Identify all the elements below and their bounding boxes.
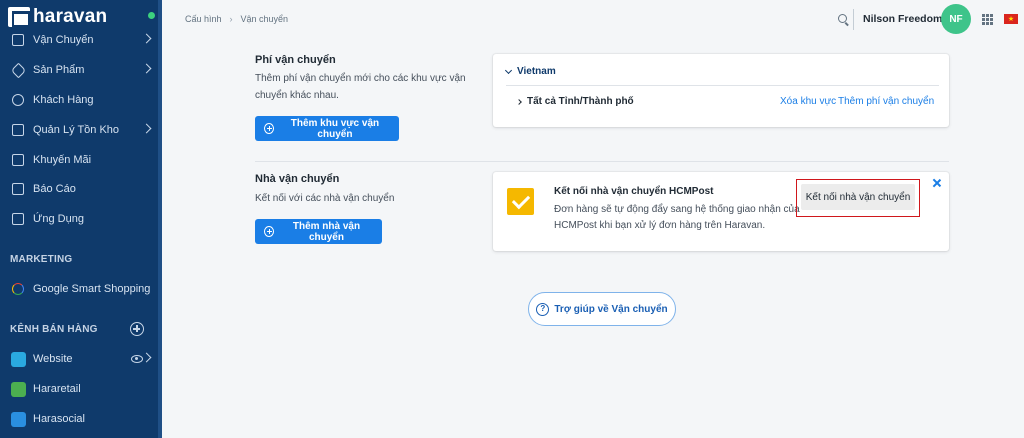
- search-icon[interactable]: [838, 14, 847, 23]
- shipping-help-button[interactable]: ? Trợ giúp về Vận chuyển: [528, 292, 676, 326]
- shipping-fee-description: Thêm phí vận chuyển mới cho các khu vực …: [255, 73, 466, 101]
- chevron-right-icon: [141, 33, 152, 44]
- hcmpost-card-description: Đơn hàng sẽ tự động đẩy sang hệ thống gi…: [554, 204, 800, 231]
- shipping-zone-card: Vietnam Tất cả Tỉnh/Thành phố Xóa khu vự…: [493, 54, 949, 127]
- harasocial-icon: [11, 411, 26, 427]
- shipping-fee-title: Phí vận chuyển: [255, 54, 336, 66]
- sales-channels-header: KÊNH BÁN HÀNG: [10, 324, 98, 335]
- sidebar-item-shipping[interactable]: Vận Chuyển: [0, 28, 158, 52]
- highlight-box: [796, 179, 920, 217]
- sidebar-item-label: Hararetail: [33, 383, 81, 395]
- sidebar: haravan Vận Chuyển Sản Phẩm Khách Hàng Q…: [0, 0, 162, 438]
- truck-icon: [11, 33, 25, 47]
- country-toggle[interactable]: Vietnam: [504, 66, 556, 77]
- avatar[interactable]: NF: [941, 4, 971, 34]
- plus-circle-icon: [264, 226, 274, 237]
- hcmpost-logo-icon: [507, 188, 534, 215]
- chevron-right-icon: [516, 98, 522, 105]
- add-shipping-zone-button[interactable]: Thêm khu vực vận chuyển: [255, 116, 399, 141]
- sidebar-item-customers[interactable]: Khách Hàng: [0, 88, 158, 112]
- sidebar-item-label: Google Smart Shopping: [33, 283, 151, 295]
- hcmpost-card: Kết nối nhà vận chuyển HCMPost Đơn hàng …: [493, 172, 949, 251]
- region-toggle[interactable]: Tất cả Tỉnh/Thành phố: [516, 96, 634, 107]
- question-circle-icon: ?: [536, 302, 550, 316]
- logo-text: haravan: [33, 6, 108, 27]
- sidebar-item-label: Sản Phẩm: [33, 64, 85, 76]
- breadcrumb: Cấu hình › Vận chuyển: [185, 14, 288, 24]
- country-name: Vietnam: [517, 66, 556, 77]
- breadcrumb-shipping: Vận chuyển: [240, 14, 289, 24]
- hcmpost-card-title: Kết nối nhà vận chuyển HCMPost: [554, 186, 714, 197]
- sidebar-item-google-smart-shopping[interactable]: Google Smart Shopping: [0, 277, 158, 301]
- carrier-title: Nhà vận chuyển: [255, 173, 340, 185]
- tag-icon: [10, 62, 26, 78]
- box-icon: [11, 123, 25, 137]
- sidebar-item-hararetail[interactable]: Hararetail: [0, 377, 158, 401]
- top-bar: Cấu hình › Vận chuyển Nilson Freedome NF…: [162, 0, 1024, 40]
- close-icon[interactable]: [932, 178, 942, 188]
- google-icon: [11, 282, 25, 296]
- card-divider: [506, 85, 939, 86]
- section-divider: [255, 161, 949, 162]
- carrier-description: Kết nối với các nhà vận chuyển: [255, 193, 395, 204]
- vietnam-flag-icon[interactable]: ★: [1004, 14, 1018, 24]
- sidebar-item-label: Khách Hàng: [33, 94, 94, 106]
- haravan-logo[interactable]: haravan: [8, 6, 107, 28]
- sidebar-item-apps[interactable]: Ứng Dụng: [0, 207, 158, 231]
- sidebar-item-label: Vận Chuyển: [33, 34, 94, 46]
- sidebar-item-products[interactable]: Sản Phẩm: [0, 58, 158, 82]
- apps-grid-icon[interactable]: [982, 14, 993, 25]
- haravan-logo-icon: [8, 7, 30, 27]
- chevron-right-icon: [141, 123, 152, 134]
- hararetail-icon: [11, 381, 26, 397]
- online-status-dot: [148, 12, 155, 19]
- region-name: Tất cả Tỉnh/Thành phố: [527, 96, 634, 107]
- breadcrumb-settings[interactable]: Cấu hình: [185, 14, 222, 24]
- button-label: Thêm nhà vận chuyển: [292, 220, 361, 243]
- chart-icon: [11, 182, 25, 196]
- chevron-right-icon: [141, 63, 152, 74]
- user-icon: [11, 93, 25, 107]
- chevron-right-icon: [141, 352, 152, 363]
- sidebar-item-promotions[interactable]: Khuyến Mãi: [0, 148, 158, 172]
- chevron-down-icon: [504, 66, 513, 74]
- breadcrumb-separator: ›: [229, 14, 233, 24]
- add-shipping-fee-link[interactable]: Thêm phí vận chuyển: [838, 96, 934, 107]
- plus-circle-icon: [264, 123, 274, 134]
- apps-icon: [11, 212, 25, 226]
- delete-zone-link[interactable]: Xóa khu vực: [780, 96, 836, 107]
- add-sales-channel-icon[interactable]: [130, 322, 144, 336]
- help-label: Trợ giúp về Vận chuyển: [554, 303, 668, 315]
- sidebar-item-label: Khuyến Mãi: [33, 154, 92, 166]
- add-carrier-button[interactable]: Thêm nhà vận chuyển: [255, 219, 382, 244]
- sidebar-item-label: Website: [33, 353, 73, 365]
- header-divider: [853, 9, 854, 30]
- sidebar-item-harasocial[interactable]: Harasocial: [0, 407, 158, 431]
- sidebar-item-label: Harasocial: [33, 413, 85, 425]
- sidebar-item-label: Quản Lý Tồn Kho: [33, 124, 120, 136]
- marketing-section-header: MARKETING: [10, 254, 73, 265]
- sidebar-item-reports[interactable]: Báo Cáo: [0, 177, 158, 201]
- website-icon: [11, 351, 26, 367]
- gift-icon: [11, 153, 25, 167]
- sidebar-item-inventory[interactable]: Quản Lý Tồn Kho: [0, 118, 158, 142]
- sidebar-item-label: Ứng Dụng: [33, 213, 84, 225]
- button-label: Thêm khu vực vận chuyển: [290, 117, 380, 140]
- sidebar-item-website[interactable]: Website: [0, 347, 158, 371]
- sidebar-item-label: Báo Cáo: [33, 183, 76, 195]
- user-name[interactable]: Nilson Freedome: [863, 13, 948, 25]
